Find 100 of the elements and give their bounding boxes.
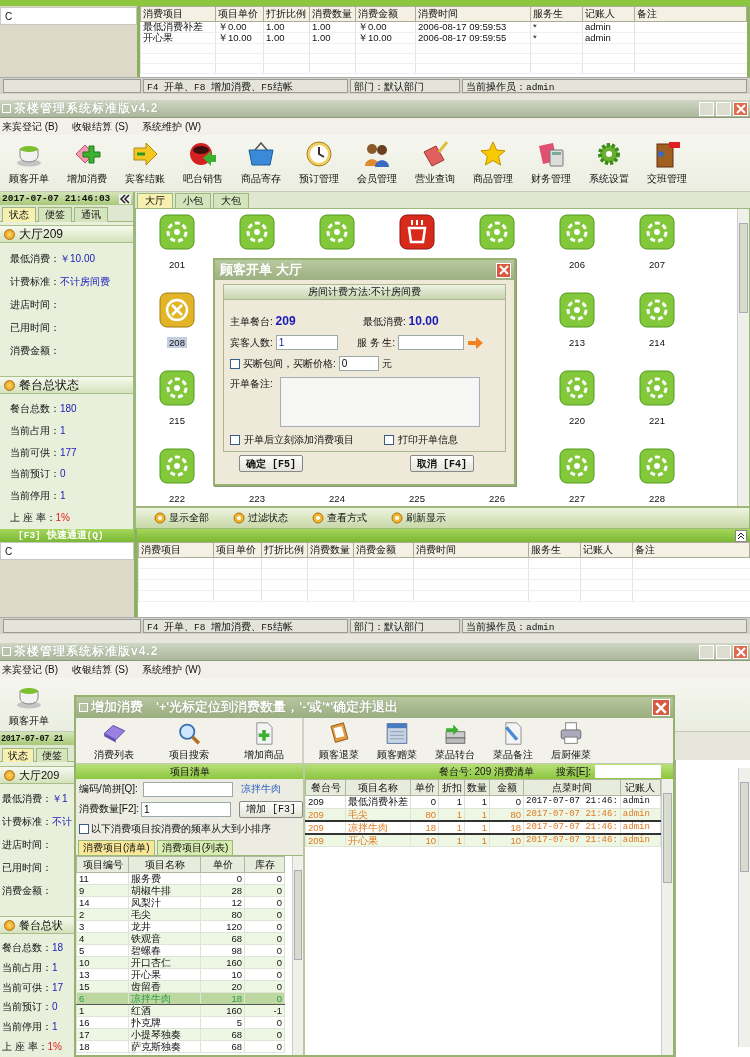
toolbar-button[interactable]: 营业查询: [406, 135, 464, 191]
swirl-icon[interactable]: [639, 214, 675, 250]
toolbar-button[interactable]: 菜品备注: [484, 718, 542, 763]
toolbar-button[interactable]: 菜品转台: [426, 718, 484, 763]
swirl-icon[interactable]: [559, 292, 595, 328]
search-field[interactable]: [595, 765, 661, 778]
toolbar-button[interactable]: 增加消费: [58, 135, 116, 191]
swirl-icon[interactable]: [639, 448, 675, 484]
toolbar-button[interactable]: 后厨催菜: [542, 718, 600, 763]
table-number[interactable]: 220: [567, 415, 587, 426]
toolbar-button[interactable]: 预订管理: [290, 135, 348, 191]
cup-icon[interactable]: [399, 214, 435, 250]
close-button[interactable]: [733, 101, 748, 116]
toolbar-button[interactable]: 系统设置: [580, 135, 638, 191]
dialog-button[interactable]: 确定 [F5]: [239, 455, 303, 472]
column-header[interactable]: 项目单价: [215, 6, 264, 22]
toolbar-button[interactable]: 宾客结账: [116, 135, 174, 191]
table-number[interactable]: 201: [167, 259, 187, 270]
toolbar-button[interactable]: 商品管理: [464, 135, 522, 191]
collapse-icon[interactable]: [119, 193, 131, 204]
menu-item[interactable]: 收银结算 (S): [72, 119, 129, 134]
checkbox[interactable]: [79, 824, 89, 834]
column-header[interactable]: 消费时间: [415, 6, 531, 22]
view-button[interactable]: 查看方式: [306, 510, 373, 526]
tab[interactable]: 消费项目(列表): [156, 840, 234, 855]
table-number[interactable]: 206: [567, 259, 587, 270]
table-number[interactable]: 226: [487, 493, 507, 504]
column-header[interactable]: 数量: [464, 779, 490, 796]
toolbar-button[interactable]: 交班管理: [638, 135, 696, 191]
toolbar-button[interactable]: 消费列表: [84, 718, 143, 763]
swirl-icon[interactable]: [559, 214, 595, 250]
column-header[interactable]: 单价: [410, 779, 439, 796]
toolbar-button[interactable]: 会员管理: [348, 135, 406, 191]
menu-item[interactable]: 来宾登记 (B): [2, 119, 59, 134]
swirl-icon[interactable]: [159, 448, 195, 484]
close-button[interactable]: [733, 644, 748, 659]
swirl-icon[interactable]: [239, 214, 275, 250]
table-number[interactable]: 215: [167, 415, 187, 426]
toolbar-button[interactable]: 顾客开单: [0, 678, 58, 731]
menu-item[interactable]: 系统维护 (W): [142, 662, 202, 677]
input-field[interactable]: 1: [275, 335, 338, 350]
toolbar-button[interactable]: 项目搜索: [160, 718, 218, 763]
minimize-button[interactable]: [699, 101, 714, 116]
menu-item[interactable]: 系统维护 (W): [142, 119, 202, 134]
table-number[interactable]: 221: [647, 415, 667, 426]
swirl-icon[interactable]: [159, 370, 195, 406]
column-header[interactable]: 打折比例: [263, 6, 310, 22]
maximize-button[interactable]: [716, 644, 731, 659]
column-header[interactable]: 记账人: [580, 542, 633, 558]
menu-item[interactable]: 来宾登记 (B): [2, 662, 59, 677]
checkbox[interactable]: [230, 435, 240, 445]
text-area[interactable]: [279, 377, 480, 427]
column-header[interactable]: 消费数量: [307, 542, 354, 558]
scrollbar[interactable]: [661, 779, 673, 1055]
input-field[interactable]: 0: [338, 356, 379, 371]
column-header[interactable]: 备注: [634, 6, 747, 22]
column-header[interactable]: 消费时间: [413, 542, 529, 558]
swirl-icon[interactable]: [639, 292, 675, 328]
checkbox[interactable]: [384, 435, 394, 445]
column-header[interactable]: 消费数量: [309, 6, 356, 22]
table-number[interactable]: 214: [647, 337, 667, 348]
minimize-button[interactable]: [699, 644, 714, 659]
close-button[interactable]: [652, 699, 670, 716]
tab[interactable]: 通讯: [74, 207, 108, 222]
swirl-icon[interactable]: [479, 214, 515, 250]
column-header[interactable]: 库存: [244, 856, 285, 873]
swirl-icon[interactable]: [559, 448, 595, 484]
table-number[interactable]: 227: [567, 493, 587, 504]
toolbar-button[interactable]: 商品寄存: [232, 135, 290, 191]
tab[interactable]: 便签: [38, 207, 72, 222]
tab[interactable]: 状态: [2, 207, 36, 222]
swirl-icon[interactable]: [319, 214, 355, 250]
table-number[interactable]: 225: [407, 493, 427, 504]
toolbar-button[interactable]: 顾客开单: [0, 135, 58, 191]
column-header[interactable]: 单价: [200, 856, 245, 873]
scrollbar[interactable]: [292, 856, 303, 1055]
add-button[interactable]: 增加 [F3]: [239, 800, 304, 818]
column-header[interactable]: 记账人: [582, 6, 635, 22]
table-number[interactable]: 222: [167, 493, 187, 504]
table-number[interactable]: 223: [247, 493, 267, 504]
column-header[interactable]: 消费项目: [140, 6, 216, 22]
column-header[interactable]: 点菜时间: [523, 779, 621, 796]
column-header[interactable]: 打折比例: [261, 542, 308, 558]
column-header[interactable]: 消费金额: [355, 6, 416, 22]
view-button[interactable]: 过滤状态: [227, 510, 294, 526]
column-header[interactable]: 项目名称: [345, 779, 411, 796]
column-header[interactable]: 项目名称: [128, 856, 201, 873]
swirl-icon[interactable]: [159, 214, 195, 250]
view-button[interactable]: 显示全部: [148, 510, 215, 526]
checkbox[interactable]: [230, 358, 240, 369]
collapse-icon[interactable]: [735, 529, 747, 542]
table-number[interactable]: 208: [167, 337, 187, 348]
column-header[interactable]: 消费金额: [353, 542, 414, 558]
column-header[interactable]: 折扣: [438, 779, 465, 796]
input-field[interactable]: 1: [141, 801, 231, 817]
toolbar-button[interactable]: 财务管理: [522, 135, 580, 191]
view-button[interactable]: 刷新显示: [385, 510, 452, 526]
input-field[interactable]: [398, 335, 465, 350]
scrollbar[interactable]: [738, 768, 750, 1047]
scrollbar[interactable]: [737, 209, 749, 506]
